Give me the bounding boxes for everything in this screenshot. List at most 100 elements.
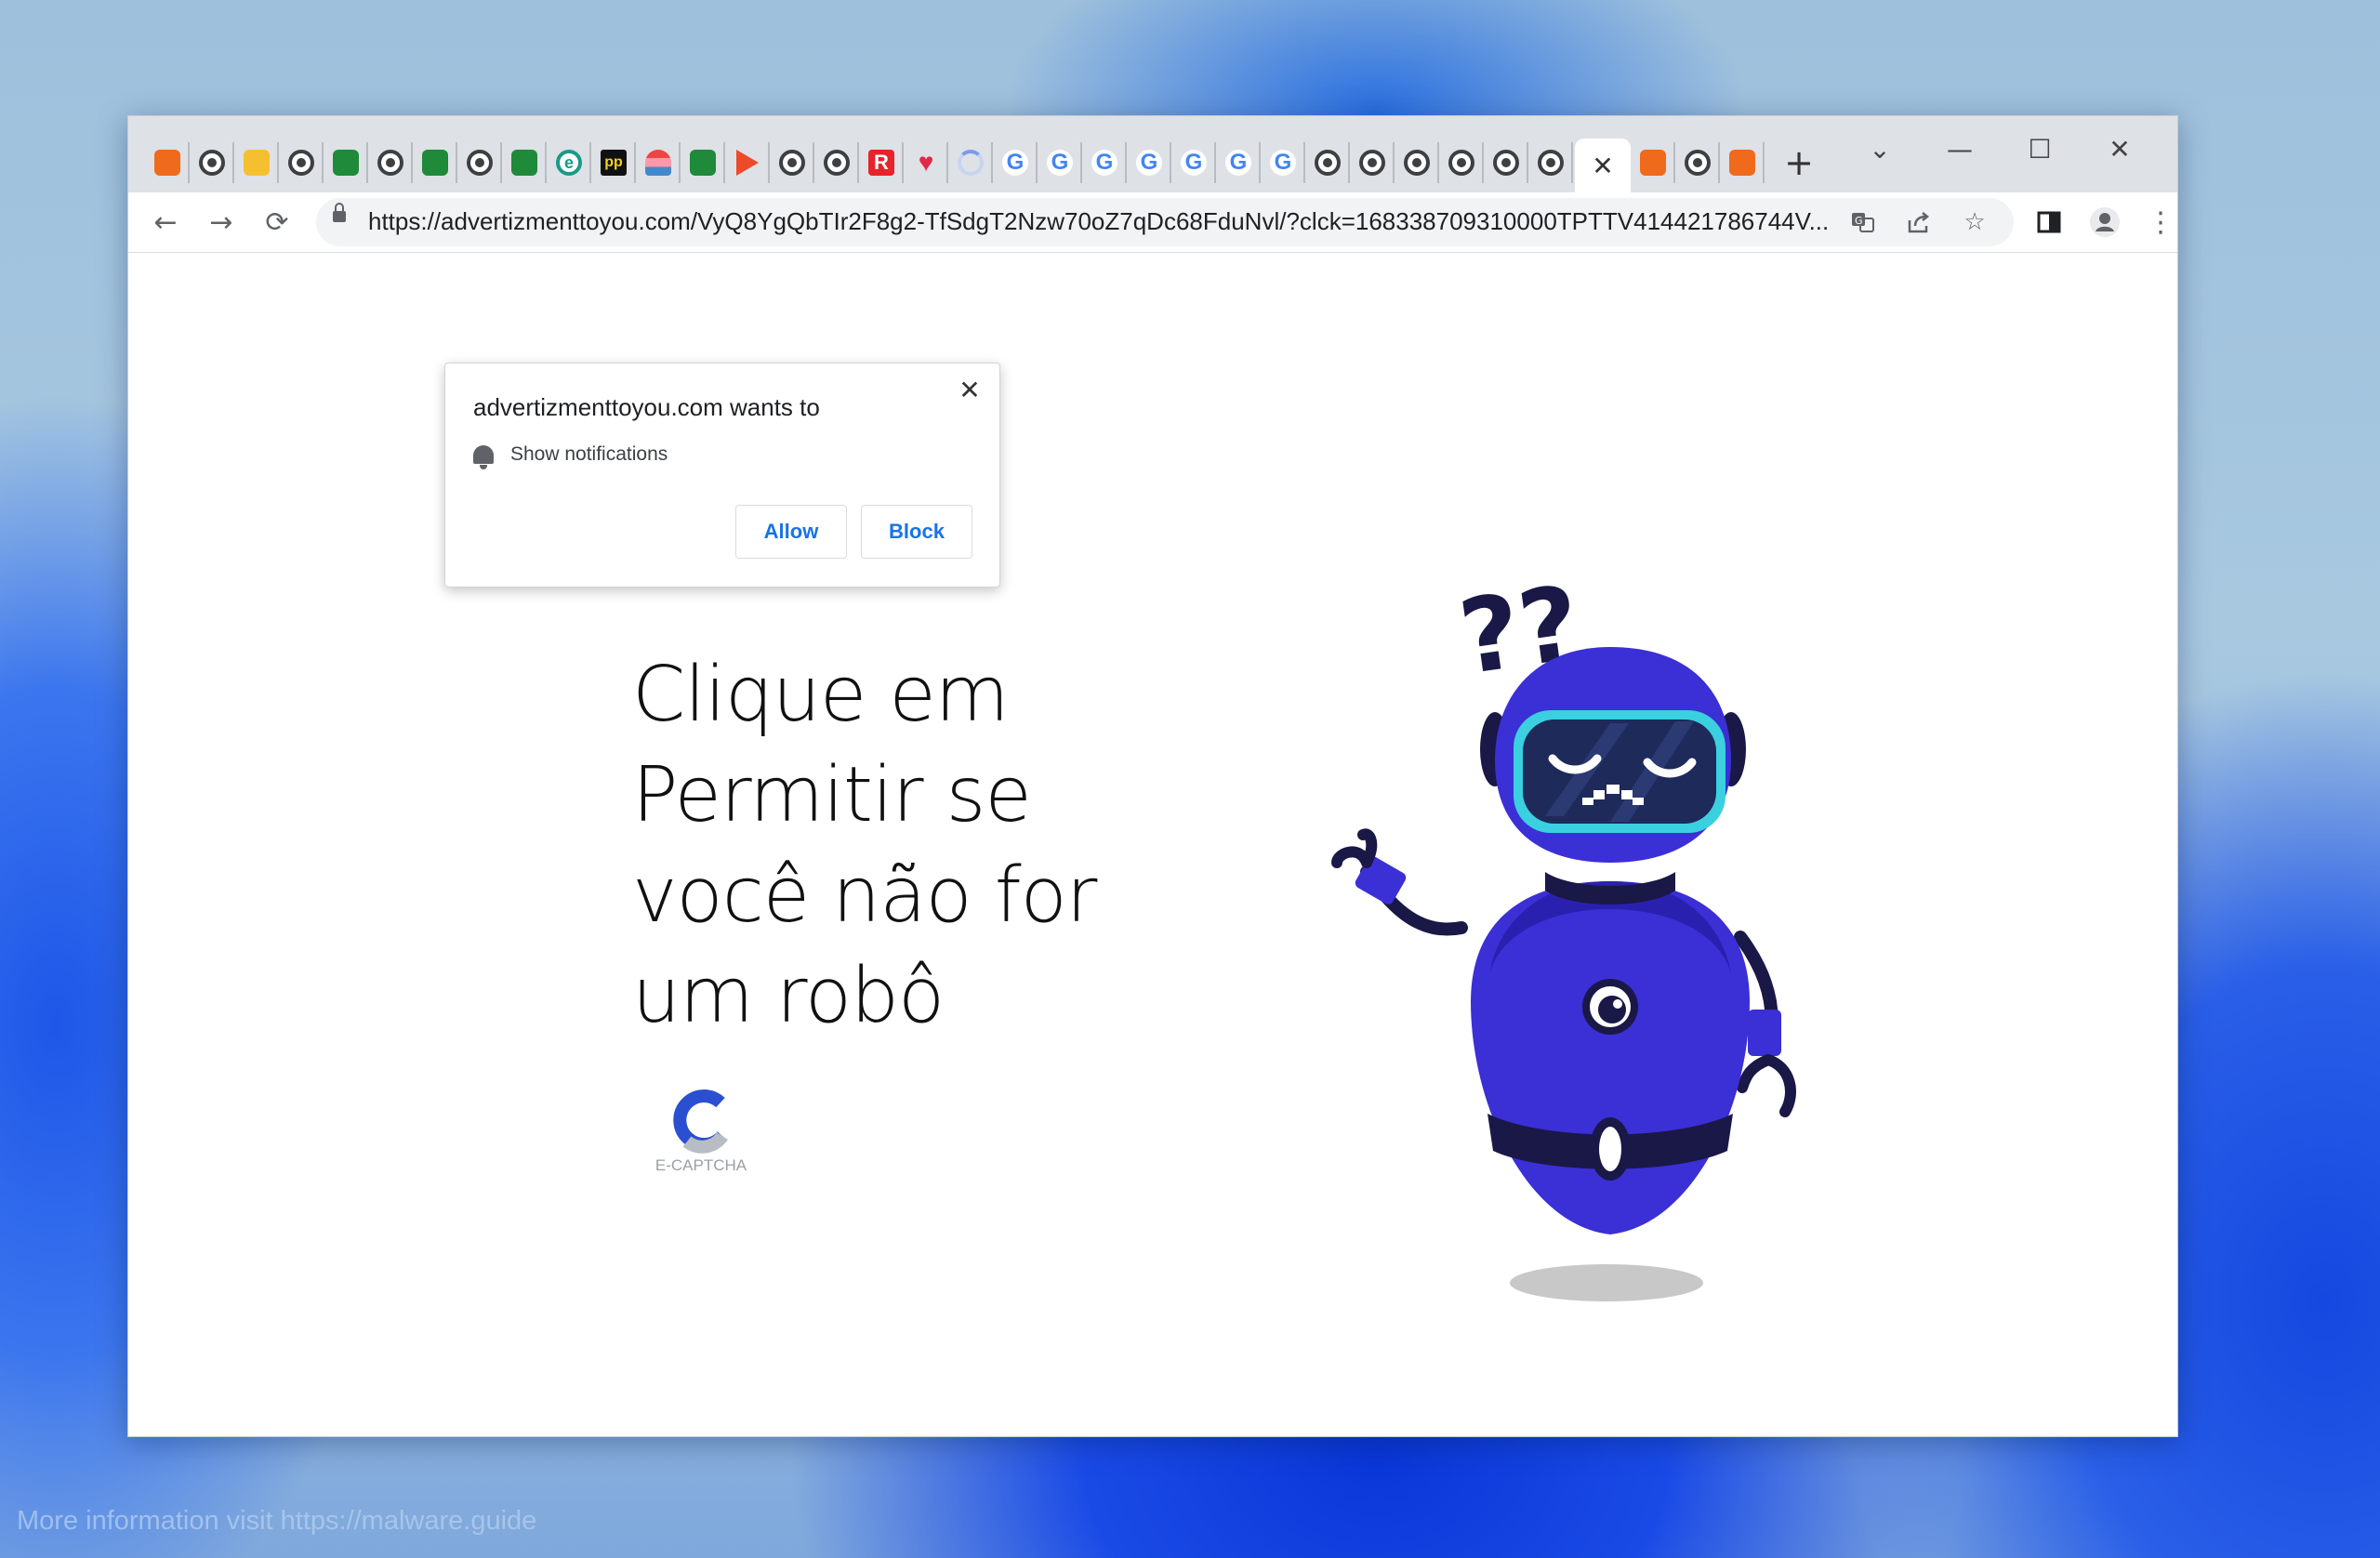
tab-1[interactable]: [192, 142, 234, 183]
block-button[interactable]: Block: [861, 505, 972, 559]
globe-favicon-icon: [288, 150, 314, 176]
tab-8[interactable]: [504, 142, 547, 183]
tab-20[interactable]: G: [1039, 142, 1082, 183]
address-bar[interactable]: https://advertizmenttoyou.com/VyQ8YgQbTI…: [316, 198, 2014, 246]
bookmark-star-icon[interactable]: ☆: [1958, 205, 1991, 239]
robot-belt-buckle-inner: [1599, 1127, 1621, 1171]
close-window-button[interactable]: ✕: [2092, 125, 2148, 172]
profile-button[interactable]: [2084, 202, 2125, 243]
tab-29[interactable]: [1441, 142, 1484, 183]
g-favicon-icon: G: [1047, 150, 1073, 176]
tab-3[interactable]: [281, 142, 324, 183]
captcha-logo: E-CAPTCHA: [645, 1086, 757, 1175]
robot-right-cuff: [1748, 1010, 1781, 1056]
tab-12[interactable]: [682, 142, 725, 183]
lock-icon[interactable]: [333, 203, 346, 222]
svg-text:G: G: [1855, 215, 1863, 227]
kebab-menu-icon: ⋮: [2147, 205, 2175, 239]
maximize-icon: ☐: [2028, 133, 2052, 165]
reload-button[interactable]: ⟳: [257, 202, 298, 243]
new-tab-button[interactable]: +: [1776, 142, 1822, 183]
close-tab-icon[interactable]: ✕: [1592, 151, 1613, 181]
toolbar: ← → ⟳ https://advertizmenttoyou.com/VyQ8…: [128, 192, 2177, 253]
b-favicon-icon: [154, 150, 180, 176]
tab-35[interactable]: [1722, 142, 1765, 183]
g-favicon-icon: G: [1002, 150, 1028, 176]
play-favicon-icon: [736, 150, 759, 176]
forward-button[interactable]: →: [201, 202, 242, 243]
tab-4[interactable]: [325, 142, 368, 183]
back-button[interactable]: ←: [145, 202, 186, 243]
tab-24[interactable]: G: [1218, 142, 1261, 183]
tab-26[interactable]: [1307, 142, 1350, 183]
tab-22[interactable]: G: [1129, 142, 1171, 183]
tab-23[interactable]: G: [1173, 142, 1216, 183]
tab-10[interactable]: pp: [593, 142, 636, 183]
tab-2[interactable]: [236, 142, 279, 183]
r-favicon-icon: R: [868, 150, 894, 176]
page-headline: Clique em Permitir se você não for um ro…: [632, 651, 1098, 1040]
maximize-button[interactable]: ☐: [2012, 125, 2068, 172]
captcha-label: E-CAPTCHA: [654, 1156, 747, 1174]
globe-favicon-icon: [1538, 150, 1564, 176]
popup-close-button[interactable]: ✕: [953, 373, 986, 406]
g-favicon-icon: G: [1181, 150, 1207, 176]
tab-27[interactable]: [1352, 142, 1395, 183]
thumb-favicon-icon: [333, 150, 359, 176]
tab-33[interactable]: [1633, 142, 1675, 183]
allow-button[interactable]: Allow: [735, 505, 847, 559]
tab-active[interactable]: ✕: [1575, 139, 1631, 192]
browser-window: e pp R ♥ G G G G G G G ✕ + ⌄ — ☐ ✕ ← → ⟳ https://adv…: [127, 115, 2178, 1437]
tab-0[interactable]: [147, 142, 190, 183]
tab-31[interactable]: [1530, 142, 1573, 183]
tab-25[interactable]: G: [1263, 142, 1305, 183]
translate-icon[interactable]: G: [1846, 205, 1880, 239]
thumb-favicon-icon: [690, 150, 716, 176]
tab-21[interactable]: G: [1084, 142, 1127, 183]
arrow-right-icon: →: [209, 205, 233, 239]
tab-search-button[interactable]: ⌄: [1852, 125, 1908, 172]
robot-right-hand: [1737, 1054, 1796, 1117]
close-icon: ✕: [959, 374, 981, 405]
popup-title: advertizmenttoyou.com wants to: [473, 393, 820, 421]
bee-favicon-icon: [244, 150, 270, 176]
side-panel-button[interactable]: [2029, 202, 2069, 243]
tab-34[interactable]: [1677, 142, 1720, 183]
url-text[interactable]: https://advertizmenttoyou.com/VyQ8YgQbTI…: [368, 207, 1828, 236]
tab-13[interactable]: [727, 142, 770, 183]
share-icon[interactable]: [1902, 205, 1936, 239]
side-panel-icon: [2037, 211, 2061, 233]
tab-11[interactable]: [638, 142, 681, 183]
tab-5[interactable]: [370, 142, 413, 183]
tab-14[interactable]: [772, 142, 814, 183]
tab-28[interactable]: [1396, 142, 1439, 183]
robot-shadow: [1510, 1264, 1703, 1301]
thumb-favicon-icon: [511, 150, 537, 176]
tab-18[interactable]: [950, 142, 993, 183]
load-favicon-icon: [958, 150, 984, 176]
minimize-button[interactable]: —: [1932, 125, 1988, 172]
pp-favicon-icon: pp: [601, 150, 627, 176]
robot-illustration: ??: [1331, 584, 1796, 1301]
globe-favicon-icon: [779, 150, 805, 176]
globe-favicon-icon: [199, 150, 225, 176]
e-favicon-icon: e: [556, 150, 582, 176]
tab-15[interactable]: [816, 142, 859, 183]
rain-favicon-icon: [645, 150, 671, 176]
globe-favicon-icon: [1493, 150, 1519, 176]
b-favicon-icon: [1729, 150, 1755, 176]
bell-icon: [473, 445, 494, 469]
tab-7[interactable]: [459, 142, 502, 183]
tab-16[interactable]: R: [861, 142, 904, 183]
page-content: Clique em Permitir se você não for um ro…: [128, 253, 2177, 1436]
tab-17[interactable]: ♥: [906, 142, 948, 183]
globe-favicon-icon: [1404, 150, 1430, 176]
avatar-icon: [2090, 207, 2120, 237]
menu-button[interactable]: ⋮: [2140, 202, 2181, 243]
tab-6[interactable]: [415, 142, 457, 183]
tab-19[interactable]: G: [995, 142, 1038, 183]
tab-9[interactable]: e: [549, 142, 591, 183]
minimize-icon: —: [1947, 133, 1973, 165]
globe-favicon-icon: [824, 150, 850, 176]
tab-30[interactable]: [1486, 142, 1528, 183]
